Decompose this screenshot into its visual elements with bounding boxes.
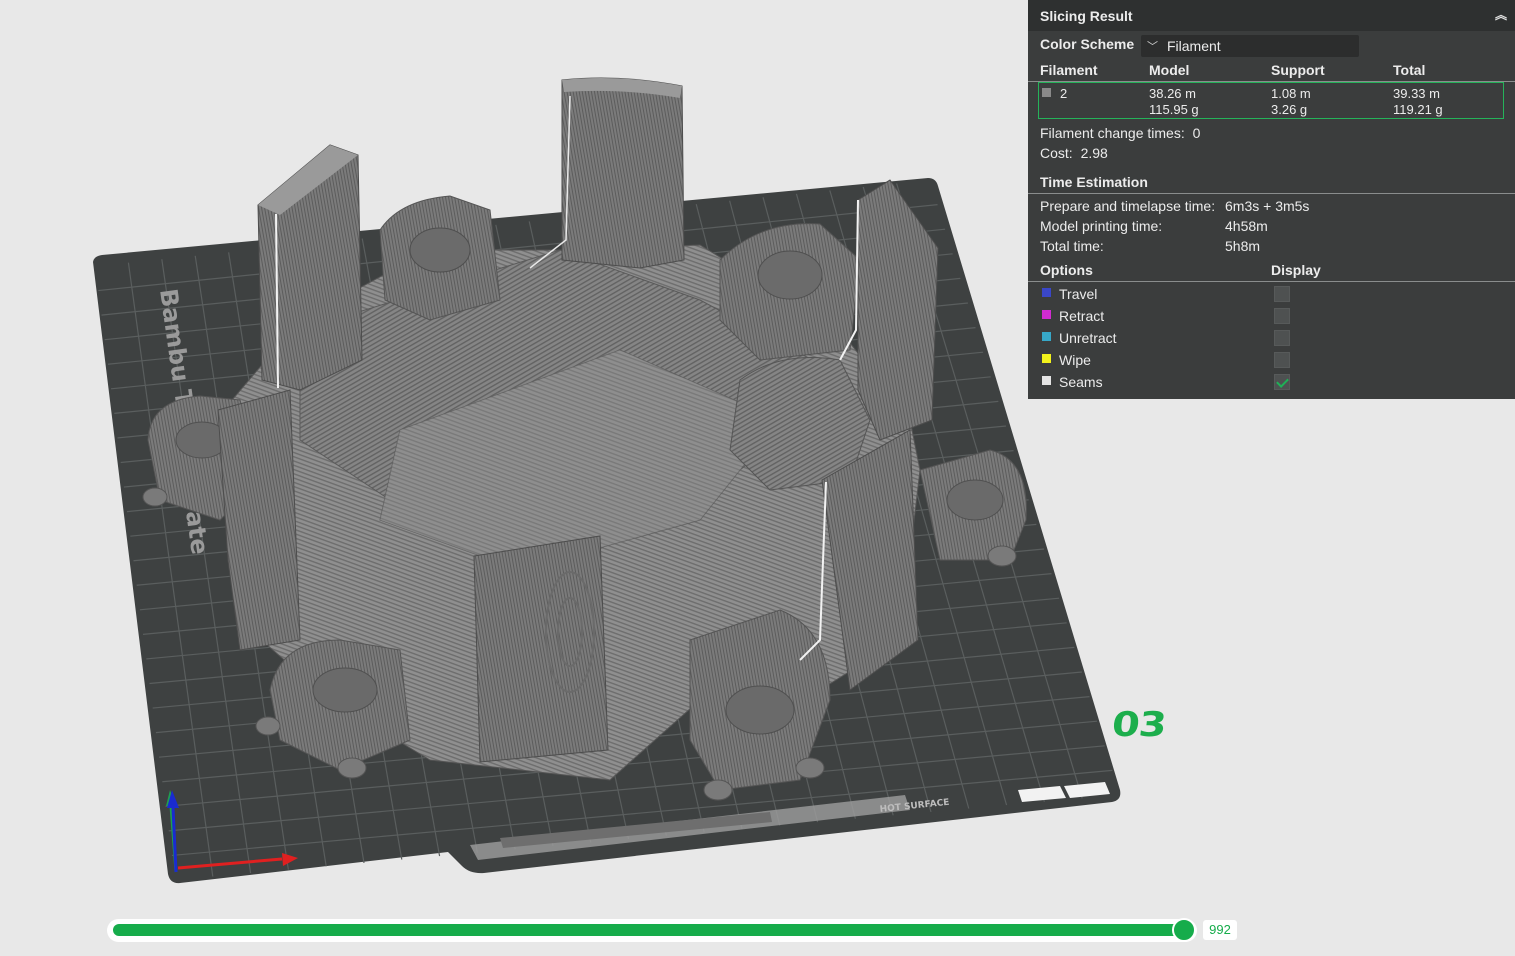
model-weight: 115.95 g xyxy=(1149,102,1199,117)
filament-row[interactable]: 2 38.26 m 115.95 g 1.08 m 3.26 g 39.33 m… xyxy=(1038,82,1504,119)
total-time-label: Total time: xyxy=(1040,238,1104,254)
chevron-down-icon: ﹀ xyxy=(1147,41,1158,53)
option-label-travel: Travel xyxy=(1059,286,1098,302)
option-color-swatch xyxy=(1042,354,1051,363)
col-model: Model xyxy=(1149,62,1190,78)
display-checkbox-unretract[interactable] xyxy=(1274,330,1290,346)
option-color-swatch xyxy=(1042,332,1051,341)
slicing-result-panel: Slicing Result ︽ Color Scheme ﹀ Filament… xyxy=(1028,0,1515,399)
filament-color-swatch xyxy=(1042,88,1051,97)
option-label-unretract: Unretract xyxy=(1059,330,1117,346)
color-scheme-select[interactable]: ﹀ Filament xyxy=(1141,35,1359,57)
layer-slider-thumb[interactable] xyxy=(1172,918,1196,942)
color-scheme-label: Color Scheme xyxy=(1040,36,1135,52)
col-filament: Filament xyxy=(1040,62,1098,78)
cost-value: 2.98 xyxy=(1080,145,1108,161)
option-label-wipe: Wipe xyxy=(1059,352,1091,368)
model-time-value: 4h58m xyxy=(1225,218,1268,234)
cost-row: Cost: 2.98 xyxy=(1040,145,1108,161)
layer-slider-value: 992 xyxy=(1203,920,1237,940)
layer-slider-fill xyxy=(113,924,1184,936)
filament-change-row: Filament change times: 0 xyxy=(1040,125,1200,141)
total-length: 39.33 m xyxy=(1393,86,1440,101)
display-checkbox-retract[interactable] xyxy=(1274,308,1290,324)
model-length: 38.26 m xyxy=(1149,86,1196,101)
cost-label: Cost: xyxy=(1040,145,1073,161)
option-color-swatch xyxy=(1042,310,1051,319)
color-scheme-value: Filament xyxy=(1167,38,1221,54)
prepare-time-label: Prepare and timelapse time: xyxy=(1040,198,1216,214)
total-weight: 119.21 g xyxy=(1393,102,1443,117)
filament-change-label: Filament change times: xyxy=(1040,125,1185,141)
panel-title: Slicing Result xyxy=(1040,7,1133,24)
options-label: Options xyxy=(1040,262,1093,278)
model-time-label: Model printing time: xyxy=(1040,218,1163,234)
prepare-time-value: 6m3s + 3m5s xyxy=(1225,198,1310,214)
display-checkbox-seams[interactable] xyxy=(1274,374,1290,390)
collapse-icon[interactable]: ︽ xyxy=(1493,7,1509,23)
display-checkbox-travel[interactable] xyxy=(1274,286,1290,302)
option-label-seams: Seams xyxy=(1059,374,1103,390)
col-total: Total xyxy=(1393,62,1426,78)
panel-header: Slicing Result ︽ xyxy=(1028,0,1515,31)
time-estimation-title: Time Estimation xyxy=(1040,174,1148,190)
plate-number: 03 xyxy=(1109,705,1168,745)
display-checkbox-wipe[interactable] xyxy=(1274,352,1290,368)
option-color-swatch xyxy=(1042,288,1051,297)
display-label: Display xyxy=(1271,262,1321,278)
support-length: 1.08 m xyxy=(1271,86,1311,101)
option-label-retract: Retract xyxy=(1059,308,1105,324)
support-weight: 3.26 g xyxy=(1271,102,1308,117)
filament-change-value: 0 xyxy=(1192,125,1201,141)
option-color-swatch xyxy=(1042,376,1051,385)
col-support: Support xyxy=(1271,62,1325,78)
total-time-value: 5h8m xyxy=(1225,238,1261,254)
filament-id: 2 xyxy=(1060,86,1068,101)
